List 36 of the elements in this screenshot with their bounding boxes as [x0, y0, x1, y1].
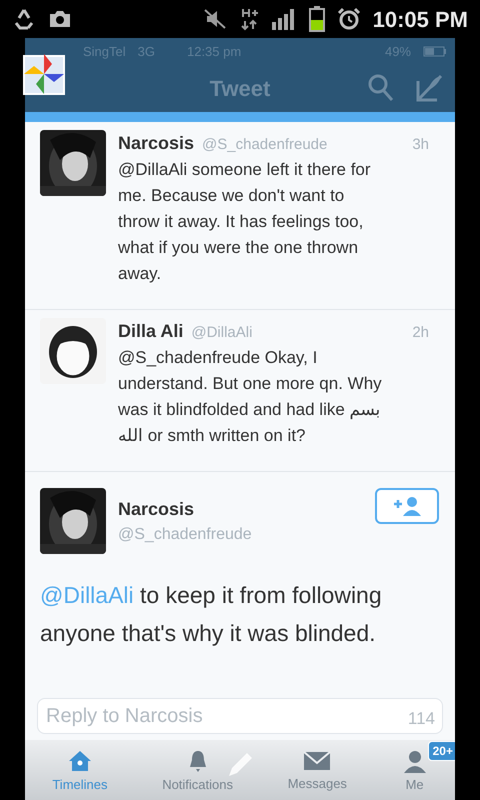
nav-title: Tweet	[210, 75, 270, 103]
tab-bar-item[interactable]: Messages	[288, 746, 347, 794]
tab-bar-item[interactable]: Timelines	[52, 745, 108, 795]
notification-badge: 20+	[428, 741, 455, 762]
signal-icon	[270, 8, 297, 30]
tweet-text: @S_chadenfreude Okay, I understand. But one more qn. Why was it blindfolded and had like بسم الله or smth written on it?	[118, 347, 383, 447]
author-handle: @DillaAli	[191, 323, 252, 343]
mention-link[interactable]: @DillaAli	[40, 582, 134, 608]
author-name: Narcosis	[118, 498, 196, 521]
camera-icon	[48, 9, 72, 29]
tweet-time: 3h	[412, 135, 429, 155]
follow-button[interactable]	[375, 488, 439, 524]
tweet-text: @DillaAli to keep it from following anyone that's why it was blinded.	[40, 581, 383, 648]
alarm-clock-icon	[336, 7, 361, 31]
author-handle: @S_chadenfreude	[202, 135, 328, 155]
author-name: Dilla Ali	[118, 320, 184, 343]
envelope-icon	[303, 750, 332, 772]
character-count: 114	[408, 708, 435, 730]
clock-time: 10:05 PM	[372, 6, 468, 34]
search-icon[interactable]	[367, 73, 395, 103]
house-icon	[68, 749, 92, 774]
author-name: Narcosis	[118, 132, 194, 155]
compose-icon[interactable]	[415, 73, 443, 103]
tab-bar-item[interactable]: Notifications	[162, 745, 233, 795]
tweet-text: @DillaAli someone left it there for me. Because we don't want to throw it away. It has feelings too, what if you were the one thrown away.	[118, 159, 372, 285]
tab-bar-item[interactable]: Me	[402, 745, 428, 795]
battery-icon	[423, 46, 447, 57]
add-person-icon	[392, 496, 422, 516]
data-arrows-icon	[238, 7, 259, 31]
mute-icon	[202, 8, 227, 30]
battery-icon	[308, 6, 325, 32]
author-handle: @S_chadenfreude	[118, 525, 253, 545]
person-icon	[402, 749, 428, 774]
pinwheel-app-icon[interactable]	[22, 52, 66, 96]
tweet-time: 2h	[412, 323, 429, 343]
recycle-icon	[12, 8, 36, 30]
